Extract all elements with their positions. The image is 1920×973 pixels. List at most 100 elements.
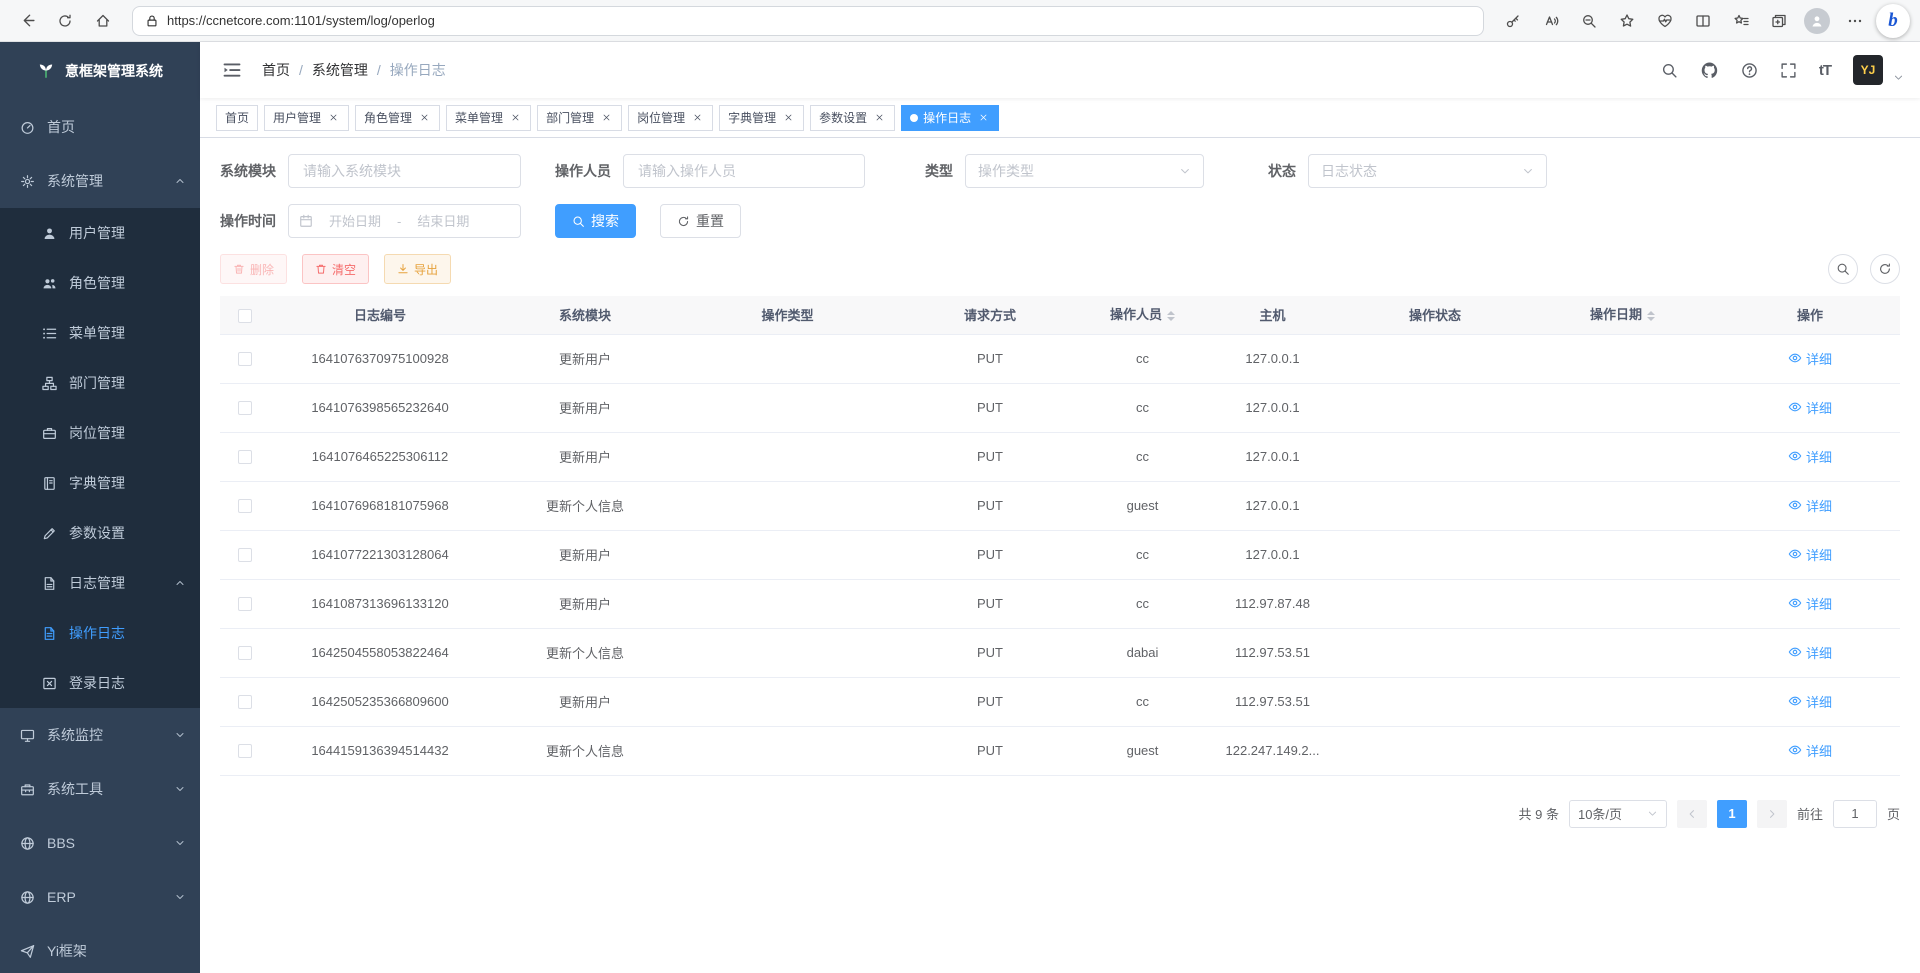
password-key-button[interactable] [1496,4,1530,38]
type-select[interactable]: 操作类型 [965,154,1204,188]
sidebar-item-dept-mgmt[interactable]: 部门管理 [0,358,200,408]
table-row[interactable]: 1641076398565232640 更新用户 PUT cc 127.0.0.… [220,383,1900,432]
detail-link[interactable]: 详细 [1788,643,1832,662]
detail-link[interactable]: 详细 [1788,398,1832,417]
tab-dict-mgmt[interactable]: 字典管理 [719,105,804,131]
sidebar-item-erp[interactable]: ERP [0,870,200,924]
table-row[interactable]: 1641077221303128064 更新用户 PUT cc 127.0.0.… [220,530,1900,579]
row-checkbox[interactable] [238,744,252,758]
page-number-1[interactable]: 1 [1717,800,1747,828]
table-row[interactable]: 1644159136394514432 更新个人信息 PUT guest 122… [220,726,1900,775]
row-checkbox[interactable] [238,401,252,415]
read-aloud-button[interactable] [1534,4,1568,38]
sidebar-item-login-log[interactable]: 登录日志 [0,658,200,708]
user-avatar[interactable]: YJ [1853,55,1883,85]
zoom-button[interactable] [1572,4,1606,38]
page-size-select[interactable]: 10条/页 [1569,800,1667,828]
prev-page-button[interactable] [1677,800,1707,828]
col-date[interactable]: 操作日期 [1525,296,1720,334]
start-date-input[interactable] [319,214,391,229]
tab-user-mgmt[interactable]: 用户管理 [264,105,349,131]
close-icon[interactable] [976,111,990,125]
split-screen-button[interactable] [1686,4,1720,38]
tab-menu-mgmt[interactable]: 菜单管理 [446,105,531,131]
detail-link[interactable]: 详细 [1788,447,1832,466]
module-input[interactable] [288,154,521,188]
favorites-button[interactable] [1724,4,1758,38]
breadcrumb-home[interactable]: 首页 [262,60,290,80]
more-options-button[interactable] [1838,4,1872,38]
fontsize-button[interactable]: tT [1819,62,1831,79]
help-button[interactable] [1741,62,1758,79]
toggle-search-button[interactable] [1828,254,1858,284]
row-checkbox[interactable] [238,646,252,660]
sidebar-item-bbs[interactable]: BBS [0,816,200,870]
favorites-add-button[interactable] [1610,4,1644,38]
date-range-picker[interactable]: - [288,204,521,238]
sidebar-item-operation-log[interactable]: 操作日志 [0,608,200,658]
close-icon[interactable] [417,111,431,125]
sort-carets-icon[interactable] [1167,307,1175,325]
tab-param-settings[interactable]: 参数设置 [810,105,895,131]
col-operator[interactable]: 操作人员 [1085,296,1200,334]
close-icon[interactable] [599,111,613,125]
sidebar-item-log-mgmt[interactable]: 日志管理 [0,558,200,608]
github-button[interactable] [1700,61,1719,80]
detail-link[interactable]: 详细 [1788,496,1832,515]
end-date-input[interactable] [407,214,479,229]
detail-link[interactable]: 详细 [1788,545,1832,564]
sidebar-item-user-mgmt[interactable]: 用户管理 [0,208,200,258]
table-row[interactable]: 1641076465225306112 更新用户 PUT cc 127.0.0.… [220,432,1900,481]
row-checkbox[interactable] [238,352,252,366]
tab-dept-mgmt[interactable]: 部门管理 [537,105,622,131]
tab-home[interactable]: 首页 [216,105,258,131]
fullscreen-button[interactable] [1780,62,1797,79]
home-button[interactable] [86,4,120,38]
row-checkbox[interactable] [238,597,252,611]
table-row[interactable]: 1642504558053822464 更新个人信息 PUT dabai 112… [220,628,1900,677]
browser-essentials-button[interactable] [1648,4,1682,38]
close-icon[interactable] [690,111,704,125]
row-checkbox[interactable] [238,450,252,464]
clear-button[interactable]: 清空 [302,254,369,284]
detail-link[interactable]: 详细 [1788,741,1832,760]
sidebar-item-system-monitor[interactable]: 系统监控 [0,708,200,762]
tab-role-mgmt[interactable]: 角色管理 [355,105,440,131]
table-row[interactable]: 1641087313696133120 更新用户 PUT cc 112.97.8… [220,579,1900,628]
sidebar-item-role-mgmt[interactable]: 角色管理 [0,258,200,308]
tab-post-mgmt[interactable]: 岗位管理 [628,105,713,131]
next-page-button[interactable] [1757,800,1787,828]
status-select[interactable]: 日志状态 [1308,154,1547,188]
sidebar-item-system-tools[interactable]: 系统工具 [0,762,200,816]
collections-button[interactable] [1762,4,1796,38]
header-search-button[interactable] [1661,62,1678,79]
address-bar[interactable]: https://ccnetcore.com:1101/system/log/op… [132,6,1484,36]
refresh-table-button[interactable] [1870,254,1900,284]
caret-down-icon[interactable] [1893,72,1904,83]
close-icon[interactable] [781,111,795,125]
sidebar-item-param-settings[interactable]: 参数设置 [0,508,200,558]
table-row[interactable]: 1641076968181075968 更新个人信息 PUT guest 127… [220,481,1900,530]
sidebar-item-dict-mgmt[interactable]: 字典管理 [0,458,200,508]
select-all-checkbox[interactable] [238,309,252,323]
bing-copilot-button[interactable]: b [1876,4,1910,38]
detail-link[interactable]: 详细 [1788,349,1832,368]
sidebar-item-home[interactable]: 首页 [0,100,200,154]
breadcrumb-system-mgmt[interactable]: 系统管理 [312,60,368,80]
browser-profile-button[interactable] [1800,4,1834,38]
delete-button[interactable]: 删除 [220,254,287,284]
goto-page-input[interactable] [1833,800,1877,828]
detail-link[interactable]: 详细 [1788,594,1832,613]
table-row[interactable]: 1641076370975100928 更新用户 PUT cc 127.0.0.… [220,334,1900,383]
close-icon[interactable] [872,111,886,125]
sidebar-item-yi-framework[interactable]: Yi框架 [0,924,200,973]
reset-button[interactable]: 重置 [660,204,741,238]
refresh-button[interactable] [48,4,82,38]
row-checkbox[interactable] [238,695,252,709]
tab-operation-log[interactable]: 操作日志 [901,105,999,131]
back-button[interactable] [10,4,44,38]
close-icon[interactable] [508,111,522,125]
table-row[interactable]: 1642505235366809600 更新用户 PUT cc 112.97.5… [220,677,1900,726]
row-checkbox[interactable] [238,548,252,562]
detail-link[interactable]: 详细 [1788,692,1832,711]
